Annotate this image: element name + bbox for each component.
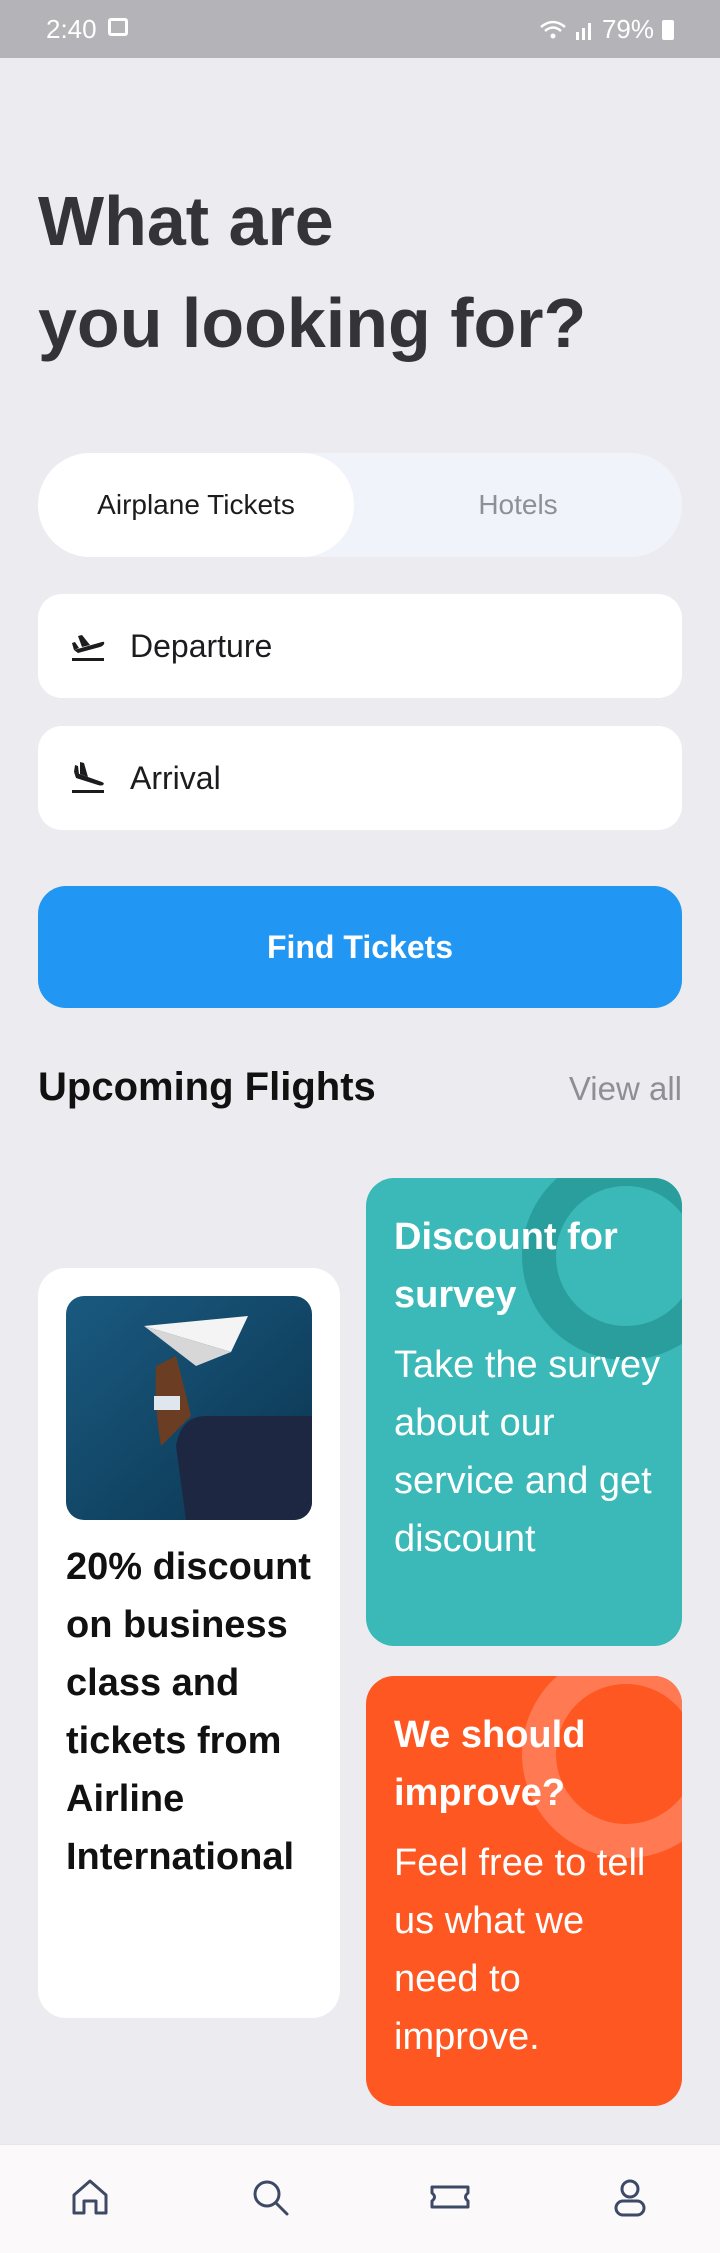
improve-card[interactable]: We should improve? Feel free to tell us … (366, 1676, 682, 2106)
tab-hotels[interactable]: Hotels (354, 453, 682, 557)
find-tickets-button[interactable]: Find Tickets (38, 886, 682, 1008)
signal-icon (575, 22, 591, 40)
image-notification-icon (108, 18, 128, 36)
survey-card-body: Take the survey about our service and ge… (394, 1344, 661, 1560)
upcoming-flights-title: Upcoming Flights (38, 1065, 376, 1109)
survey-card[interactable]: Discount for survey Take the survey abou… (366, 1178, 682, 1646)
promo-card[interactable]: 20% discount on business class and ticke… (38, 1268, 340, 2018)
departure-label: Departure (130, 627, 273, 664)
status-time: 2:40 (46, 14, 97, 44)
home-icon[interactable] (68, 2175, 112, 2219)
page-title-line1: What are (38, 182, 334, 260)
wifi-icon (540, 20, 566, 38)
tab-airplane-tickets[interactable]: Airplane Tickets (38, 453, 354, 557)
view-all-link[interactable]: View all (569, 1070, 682, 1108)
ticket-icon[interactable] (428, 2175, 472, 2219)
arrival-field[interactable]: Arrival (38, 726, 682, 830)
promo-text: 20% discount on business class and ticke… (66, 1546, 311, 1878)
plane-departure-icon (72, 635, 105, 661)
status-right: 79% (540, 14, 674, 45)
departure-field[interactable]: Departure (38, 594, 682, 698)
category-tabs: Airplane Tickets Hotels (38, 453, 682, 557)
status-bar: 2:40 79% (0, 0, 720, 58)
battery-level: 79% (601, 14, 654, 44)
page-title: What are you looking for? (38, 170, 678, 374)
bottom-navigation (0, 2144, 720, 2253)
improve-card-body: Feel free to tell us what we need to imp… (394, 1842, 646, 2058)
survey-card-title: Discount for survey (394, 1216, 618, 1316)
paper-plane-photo (66, 1296, 312, 1520)
battery-icon (662, 19, 674, 40)
plane-arrival-icon (72, 762, 104, 793)
improve-card-title: We should improve? (394, 1714, 586, 1814)
profile-icon[interactable] (608, 2175, 652, 2219)
search-icon[interactable] (248, 2175, 292, 2219)
arrival-label: Arrival (130, 759, 221, 796)
page-title-line2: you looking for? (38, 284, 587, 362)
